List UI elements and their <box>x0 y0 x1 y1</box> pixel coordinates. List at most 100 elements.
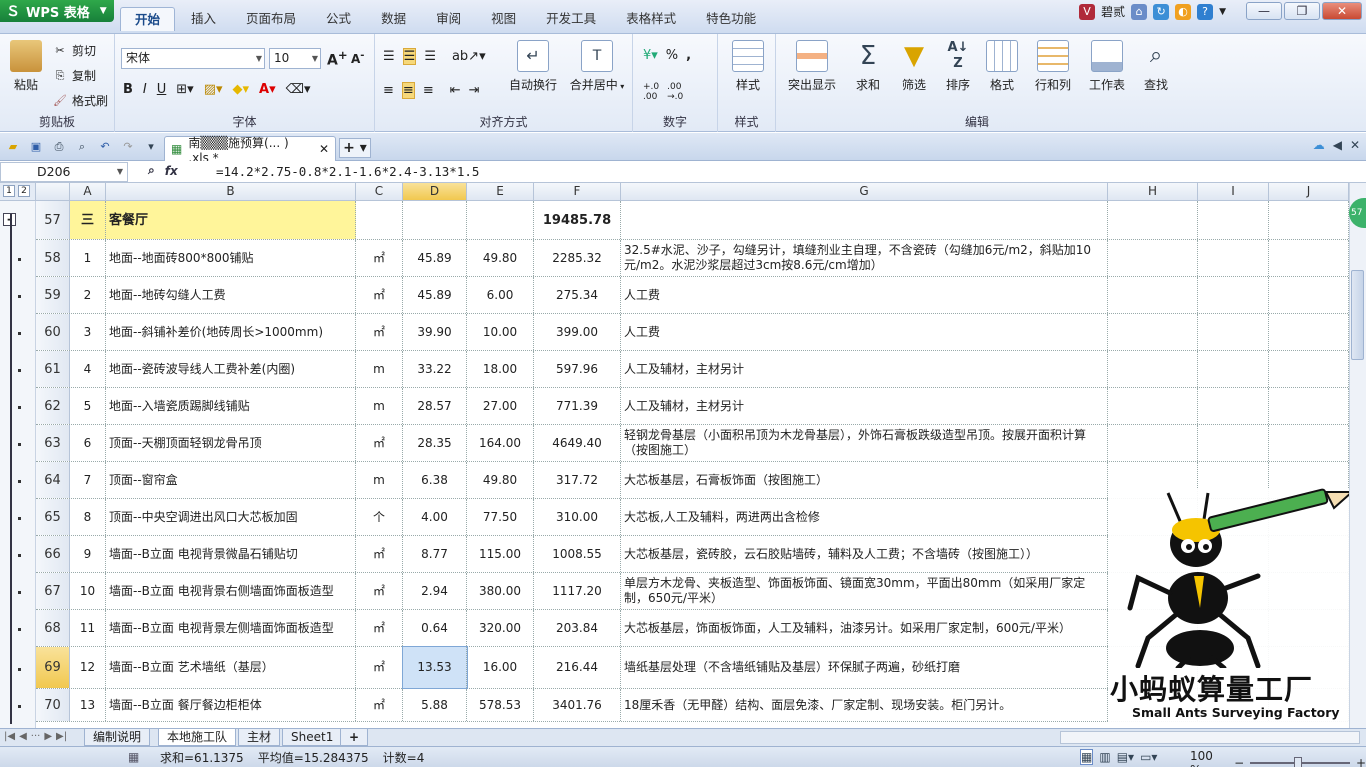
arrow-icon[interactable]: ◀ <box>1333 138 1342 152</box>
merge-center-button[interactable]: T 合并居中 ▾ <box>569 40 625 93</box>
vertical-scroll-thumb[interactable] <box>1351 270 1364 360</box>
tab-formulas[interactable]: 公式 <box>312 7 365 31</box>
cell-b[interactable]: 墙面--B立面 电视背景微晶石铺贴切 <box>106 536 356 572</box>
cut-button[interactable]: ✂ 剪切 <box>52 42 96 59</box>
row-header[interactable]: 68 <box>36 610 70 646</box>
col-header-d[interactable]: D <box>403 183 467 201</box>
cell-b[interactable]: 地面--斜铺补差价(地砖周长>1000mm) <box>106 314 356 350</box>
styles-button[interactable]: 样式 <box>728 40 768 93</box>
cell-a[interactable]: 6 <box>70 425 106 461</box>
cell-d[interactable] <box>403 201 467 239</box>
skin-icon[interactable]: ◐ <box>1175 3 1192 20</box>
percent-button[interactable]: % <box>666 48 678 63</box>
row-header[interactable]: 60 <box>36 314 70 350</box>
currency-icon[interactable]: ¥▾ <box>643 48 658 63</box>
cell-a[interactable]: 2 <box>70 277 106 313</box>
calculator-icon[interactable]: ▦ <box>128 750 139 764</box>
find-button[interactable]: ⌕ 查找 <box>1134 40 1178 93</box>
cell-b[interactable]: 客餐厅 <box>106 201 356 239</box>
tab-special[interactable]: 特色功能 <box>692 7 770 31</box>
cell-c[interactable]: ㎡ <box>356 610 403 646</box>
cell-c[interactable]: ㎡ <box>356 647 403 688</box>
align-bottom-icon[interactable]: ☰ <box>424 49 436 64</box>
cell-g[interactable]: 大芯板基层，饰面板饰面，人工及辅料，油漆另计。如采用厂家定制，600元/平米） <box>621 610 1108 646</box>
tab-review[interactable]: 审阅 <box>422 7 475 31</box>
chevron-down-icon[interactable]: ▼ <box>1219 7 1226 17</box>
cell-f[interactable]: 3401.76 <box>534 689 621 721</box>
row-header[interactable]: 59 <box>36 277 70 313</box>
cell-a[interactable]: 10 <box>70 573 106 609</box>
cell-f[interactable]: 203.84 <box>534 610 621 646</box>
cell-d[interactable]: 6.38 <box>403 462 467 498</box>
cell-f[interactable]: 597.96 <box>534 351 621 387</box>
cell-a[interactable]: 12 <box>70 647 106 688</box>
cell-e[interactable]: 578.53 <box>467 689 534 721</box>
font-size-select[interactable]: 10 ▼ <box>269 48 321 69</box>
cell-g[interactable]: 32.5#水泥、沙子，勾缝另计，填缝剂业主自理，不含瓷砖（勾缝加6元/m2，斜贴… <box>621 240 1108 276</box>
filter-button[interactable]: ▼ 筛选 <box>892 40 936 93</box>
cell-c[interactable]: ㎡ <box>356 689 403 721</box>
cell-b[interactable]: 地面--地砖勾缝人工费 <box>106 277 356 313</box>
copy-button[interactable]: ⎘ 复制 <box>52 67 96 84</box>
cell-b[interactable]: 墙面--B立面 电视背景左侧墙面饰面板造型 <box>106 610 356 646</box>
rows-columns-button[interactable]: 行和列 <box>1028 40 1078 93</box>
cell-b[interactable]: 地面--地面砖800*800铺贴 <box>106 240 356 276</box>
cell-g[interactable]: 轻钢龙骨基层（小面积吊顶为木龙骨基层），外饰石膏板跌级造型吊顶。按展开面积计算（… <box>621 425 1108 461</box>
cell-d[interactable]: 8.77 <box>403 536 467 572</box>
print-preview-icon[interactable]: ⌕ <box>73 138 91 156</box>
cell-e[interactable]: 164.00 <box>467 425 534 461</box>
outline-level-1[interactable]: 1 <box>3 185 15 197</box>
shrink-font-icon[interactable]: A- <box>351 50 364 66</box>
cell-e[interactable]: 49.80 <box>467 462 534 498</box>
name-box[interactable]: D206 ▼ <box>0 162 128 182</box>
cell-d[interactable]: 28.35 <box>403 425 467 461</box>
orientation-icon[interactable]: ab↗▾ <box>452 49 486 64</box>
cell-e[interactable]: 49.80 <box>467 240 534 276</box>
cell-d[interactable]: 33.22 <box>403 351 467 387</box>
cell-g[interactable] <box>621 201 1108 239</box>
cell-a[interactable]: 7 <box>70 462 106 498</box>
cell-a[interactable]: 11 <box>70 610 106 646</box>
cell-f[interactable]: 399.00 <box>534 314 621 350</box>
tab-view[interactable]: 视图 <box>477 7 530 31</box>
cell-g[interactable]: 人工及辅材，主材另计 <box>621 388 1108 424</box>
cell-j[interactable] <box>1269 351 1349 387</box>
wrap-text-button[interactable]: ↵ 自动换行 <box>505 40 561 93</box>
app-menu-button[interactable]: Ｓ WPS 表格 ▼ <box>0 0 114 22</box>
cell-c[interactable]: m <box>356 462 403 498</box>
border-icon[interactable]: ⊞▾ <box>176 82 193 97</box>
highlight-button[interactable]: 突出显示 <box>784 40 840 93</box>
indent-increase-icon[interactable]: ⇥ <box>469 83 480 98</box>
col-header-g[interactable]: G <box>621 183 1108 201</box>
indent-decrease-icon[interactable]: ⇤ <box>450 83 461 98</box>
cell-f[interactable]: 1117.20 <box>534 573 621 609</box>
print-icon[interactable]: ⎙ <box>50 138 68 156</box>
cell-f[interactable]: 1008.55 <box>534 536 621 572</box>
col-header-f[interactable]: F <box>534 183 621 201</box>
search-icon[interactable]: ⌕ <box>148 163 155 178</box>
fill-pattern-icon[interactable]: ▨▾ <box>204 82 223 97</box>
cell-g[interactable]: 人工费 <box>621 277 1108 313</box>
row-header[interactable]: 63 <box>36 425 70 461</box>
align-right-icon[interactable]: ≡ <box>423 83 434 98</box>
col-header-b[interactable]: B <box>106 183 356 201</box>
tab-home[interactable]: 开始 <box>120 7 176 31</box>
cell-d[interactable]: 0.64 <box>403 610 467 646</box>
cell-b[interactable]: 顶面--天棚顶面轻钢龙骨吊顶 <box>106 425 356 461</box>
select-all-corner[interactable] <box>36 183 70 201</box>
zoom-slider-knob[interactable] <box>1294 757 1303 767</box>
cell-f[interactable]: 310.00 <box>534 499 621 535</box>
save-icon[interactable]: ▣ <box>27 138 45 156</box>
cell-c[interactable] <box>356 201 403 239</box>
cell-a[interactable]: 5 <box>70 388 106 424</box>
cell-d[interactable]: 5.88 <box>403 689 467 721</box>
cell-b[interactable]: 地面--瓷砖波导线人工费补差(内圈) <box>106 351 356 387</box>
cell-h[interactable] <box>1108 388 1198 424</box>
row-header[interactable]: 66 <box>36 536 70 572</box>
cell-g[interactable]: 人工费 <box>621 314 1108 350</box>
cell-d[interactable]: 13.53 <box>402 646 468 689</box>
cell-d[interactable]: 4.00 <box>403 499 467 535</box>
tab-page-layout[interactable]: 页面布局 <box>232 7 310 31</box>
cell-a[interactable]: 13 <box>70 689 106 721</box>
tab-data[interactable]: 数据 <box>367 7 420 31</box>
